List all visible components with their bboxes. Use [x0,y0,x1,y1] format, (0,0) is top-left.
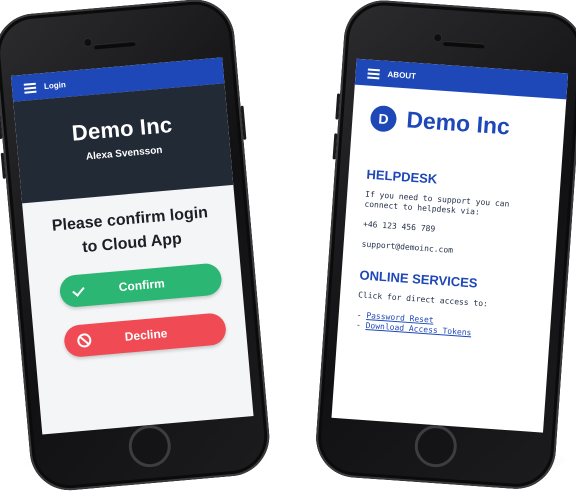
login-screen: Login Demo Inc Alexa Svensson Please con… [10,57,254,435]
home-button[interactable] [413,423,459,469]
earpiece-speaker [442,40,485,49]
phone-body: Login Demo Inc Alexa Svensson Please con… [0,0,273,494]
front-camera [434,34,442,42]
confirm-prompt: Please confirm login to Cloud App [23,199,238,265]
ban-icon [76,332,93,349]
side-button [0,112,3,140]
about-screen: ABOUT D Demo Inc HELPDESK If you need to… [331,58,569,433]
home-button[interactable] [127,423,173,469]
company-name: Demo Inc [405,106,511,140]
confirm-button[interactable]: Confirm [58,262,223,309]
phone-body: ABOUT D Demo Inc HELPDESK If you need to… [313,0,576,492]
front-camera [84,38,92,47]
check-icon [71,282,88,299]
app-bar-title: Login [43,79,67,91]
left-phone: Login Demo Inc Alexa Svensson Please con… [0,0,283,501]
helpdesk-email[interactable]: support@demoinc.com [343,238,555,263]
hamburger-menu-icon[interactable] [23,82,37,94]
decline-label: Decline [124,326,168,344]
decline-button[interactable]: Decline [62,312,228,359]
earpiece-speaker [93,40,136,50]
company-logo-icon: D [369,104,398,133]
account-header: Demo Inc Alexa Svensson [13,83,234,204]
side-button [335,93,341,120]
side-button [0,152,6,179]
helpdesk-phone[interactable]: +46 123 456 789 [345,218,557,243]
helpdesk-text: If you need to support you can connect t… [346,188,559,223]
hamburger-menu-icon[interactable] [367,68,380,79]
confirm-label: Confirm [118,276,166,295]
side-button [332,133,338,160]
right-phone: ABOUT D Demo Inc HELPDESK If you need to… [313,0,576,500]
app-bar-title: ABOUT [387,69,417,81]
side-button [240,105,247,140]
services-link-list: - Password Reset - Download Access Token… [338,309,551,344]
